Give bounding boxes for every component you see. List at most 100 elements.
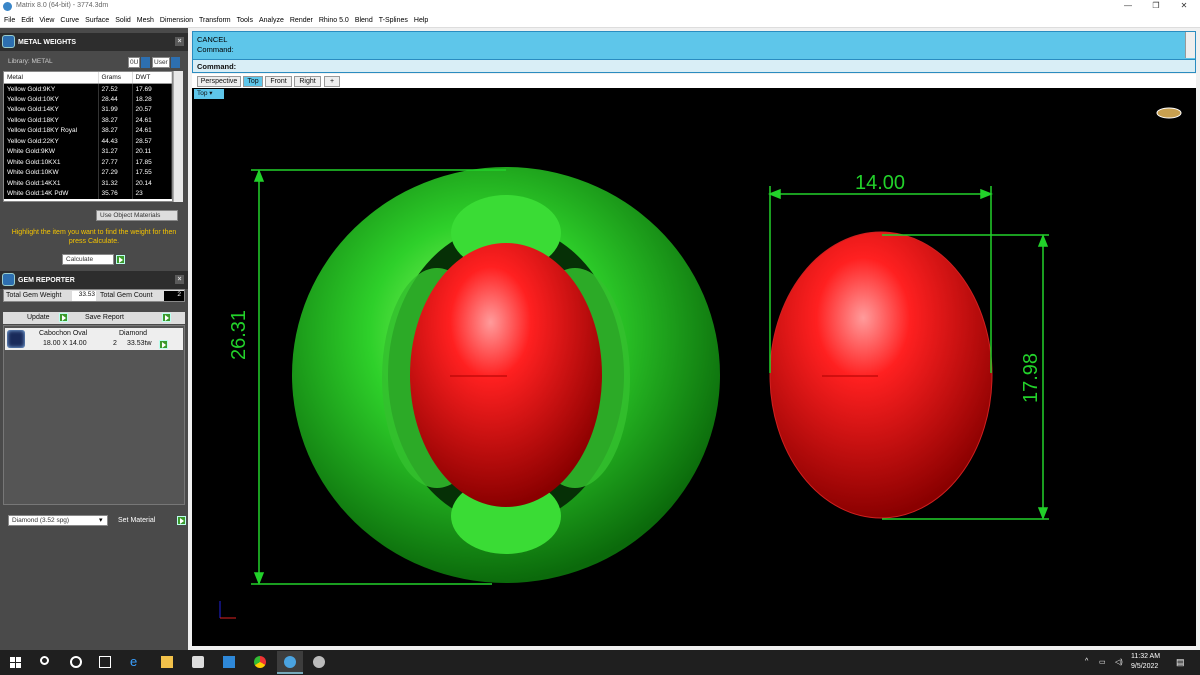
menu-surface[interactable]: Surface [85,13,109,28]
save-report-go-icon[interactable] [162,313,172,323]
gem-reporter-title: GEM REPORTER [18,277,75,284]
maximize-button[interactable]: ❐ [1148,1,1164,11]
stone-height-label: 17.98 [1020,352,1042,403]
tab-right[interactable]: Right [294,76,321,87]
metal-name: Yellow Gold:18KY Royal [4,125,99,136]
total-weight-value: 33.53 [72,291,96,301]
table-row[interactable]: White Gold:14KX1 31.32 20.14 [4,178,172,189]
table-row[interactable]: Yellow Gold:22KY 44.43 28.57 [4,136,172,147]
menu-curve[interactable]: Curve [60,13,79,28]
calculate-button[interactable]: Calculate [62,254,114,265]
menu-tsplines[interactable]: T-Splines [379,13,408,28]
menu-tools[interactable]: Tools [237,13,253,28]
col-dwt[interactable]: DWT [132,72,172,84]
minimize-button[interactable]: — [1120,1,1136,11]
command-input[interactable]: Command: [193,59,1195,72]
chevron-down-icon[interactable]: ▾ [99,516,103,524]
metal-grams: 38.27 [98,115,133,126]
menu-rhino[interactable]: Rhino 5.0 [319,13,349,28]
chrome-icon[interactable] [254,656,266,668]
network-icon[interactable]: ▭ [1099,658,1106,666]
table-row[interactable]: White Gold:10KW 27.29 17.55 [4,167,172,178]
mail-icon[interactable] [223,656,235,668]
tab-front[interactable]: Front [265,76,292,87]
table-row[interactable]: Yellow Gold:18KY 38.27 24.61 [4,115,172,126]
gem-reporter-icon [2,273,15,286]
metal-name: Yellow Gold:18KY [4,115,99,126]
close-icon[interactable]: × [175,37,184,46]
menu-analyze[interactable]: Analyze [259,13,284,28]
ring-model[interactable] [292,167,720,583]
metal-grams: 28.44 [98,94,133,105]
metal-grams: 31.99 [98,104,133,115]
gem-count: 2 [113,340,117,347]
cortana-icon[interactable] [70,656,82,668]
windows-start-icon[interactable] [10,657,21,668]
notifications-icon[interactable]: ▤ [1176,657,1185,668]
metal-grams: 31.32 [98,178,133,189]
save-report-button[interactable]: Save Report [85,314,124,321]
metal-dwt: 18.28 [132,94,172,105]
menu-mesh[interactable]: Mesh [137,13,154,28]
view-orientation-icon[interactable] [1156,107,1182,119]
menu-dimension[interactable]: Dimension [160,13,193,28]
metal-name: Yellow Gold:9KY [4,83,99,94]
menu-view[interactable]: View [39,13,54,28]
menu-blend[interactable]: Blend [355,13,373,28]
table-row[interactable]: White Gold:14K PdW 35.76 23 [4,188,172,199]
edge-icon[interactable]: e [130,654,142,669]
close-icon[interactable]: × [175,275,184,284]
close-button[interactable]: ✕ [1176,1,1192,11]
update-button[interactable]: Update [27,314,50,321]
ring-stone[interactable] [410,243,602,507]
table-row[interactable]: Yellow Gold:10KY 28.44 18.28 [4,94,172,105]
metal-grams: 31.27 [98,146,133,157]
update-go-icon[interactable] [59,313,68,323]
metal-name: White Gold:14K PdW [4,188,99,199]
menu-transform[interactable]: Transform [199,13,231,28]
set-material-go-icon[interactable] [177,516,187,526]
chevron-up-icon[interactable]: ^ [1085,658,1088,665]
menu-file[interactable]: File [4,13,15,28]
table-row[interactable]: White Gold:10KX1 27.77 17.85 [4,157,172,168]
task-view-icon[interactable] [99,656,111,668]
tab-top[interactable]: Top [243,76,263,87]
metal-table-scrollbar[interactable] [173,71,183,202]
metal-grams: 35.76 [98,188,133,199]
table-row[interactable]: White Gold:9KW 31.27 20.11 [4,146,172,157]
menu-help[interactable]: Help [414,13,428,28]
use-object-materials[interactable]: Use Object Materials [96,210,178,221]
set-material-button[interactable]: Set Material [118,517,155,524]
loose-stone[interactable] [769,231,993,519]
search-icon[interactable] [40,656,49,665]
total-count-label: Total Gem Count [100,292,153,299]
command-scrollbar[interactable] [1185,32,1195,58]
table-row[interactable]: Yellow Gold:14KY 31.99 20.57 [4,104,172,115]
table-row[interactable]: Yellow Gold:18KY Royal 38.27 24.61 [4,125,172,136]
col-metal[interactable]: Metal [4,72,99,84]
material-select[interactable]: Diamond (3.52 spg) [8,515,108,526]
table-row[interactable]: Yellow Gold:9KY 27.52 17.69 [4,83,172,94]
units-toggle[interactable]: 0U [128,57,140,68]
clock-time[interactable]: 11:32 AM [1131,653,1160,660]
rhino-icon[interactable] [313,656,325,668]
menu-edit[interactable]: Edit [21,13,33,28]
calculate-go-icon[interactable] [116,255,125,265]
ring-height-label: 26.31 [228,309,250,360]
gem-cut: Cabochon Oval [39,330,88,337]
viewport-top[interactable]: Top ▾ 26.31 14.00 17.98 [192,88,1196,646]
menu-render[interactable]: Render [290,13,313,28]
store-icon[interactable] [192,656,204,668]
gem-go-icon[interactable] [159,340,168,350]
menu-solid[interactable]: Solid [115,13,131,28]
gem-item[interactable]: Cabochon Oval Diamond 18.00 X 14.00 2 33… [5,328,183,350]
col-grams[interactable]: Grams [98,72,133,84]
volume-icon[interactable]: ◁) [1115,658,1123,666]
tab-perspective[interactable]: Perspective [197,76,241,87]
user-toggle[interactable]: User [152,57,170,68]
file-explorer-icon[interactable] [161,656,173,668]
total-count-value: 2 [164,291,184,301]
matrix-taskbar-item[interactable] [277,651,303,674]
clock-date[interactable]: 9/5/2022 [1131,663,1158,670]
tab-add[interactable]: + [324,76,340,87]
